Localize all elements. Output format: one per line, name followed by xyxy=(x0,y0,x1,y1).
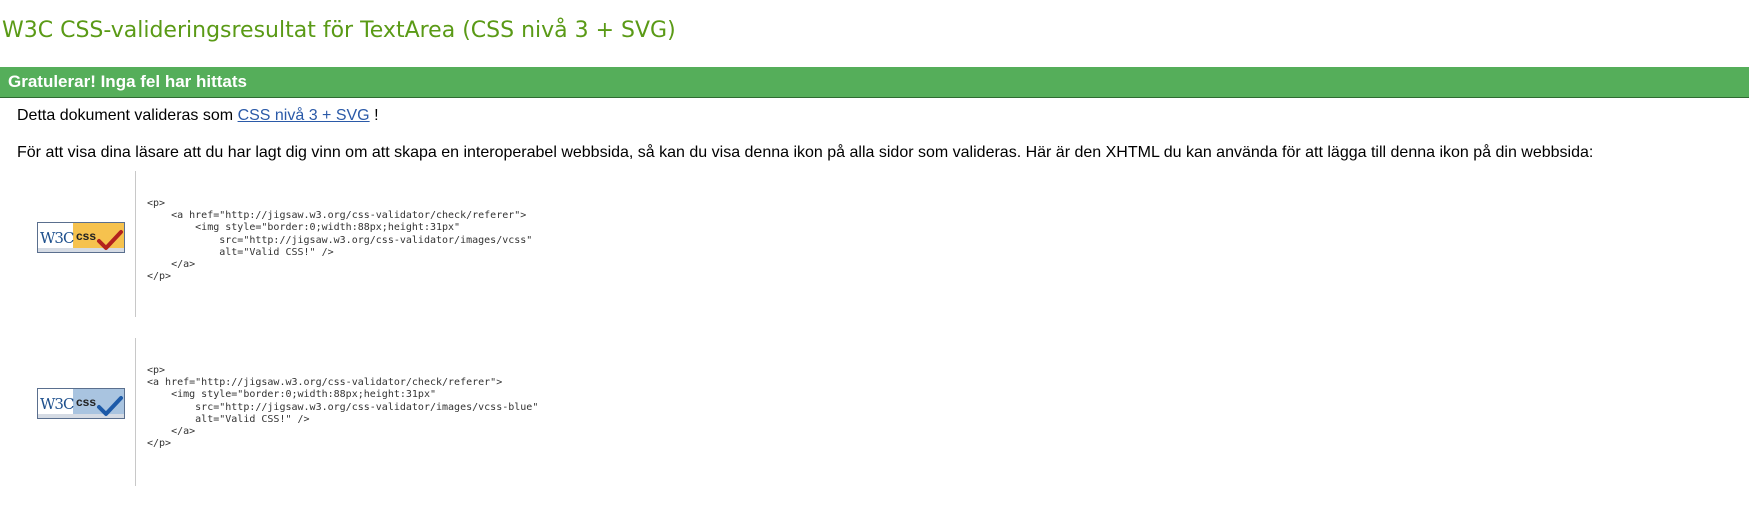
css-level-link[interactable]: CSS nivå 3 + SVG xyxy=(238,107,370,124)
valid-css-badge-blue-icon[interactable]: W3C css xyxy=(37,388,125,419)
validity-prefix: Detta dokument valideras som xyxy=(17,107,234,124)
badge-code-snippet: <p> <a href="http://jigsaw.w3.org/css-va… xyxy=(135,338,538,486)
badge-w3c-text: W3C xyxy=(40,395,74,413)
validity-suffix: ! xyxy=(374,107,379,124)
badge-row-blue: W3C css <p> <a href="http://jigsaw.w3.or… xyxy=(0,338,1749,486)
badge-w3c-text: W3C xyxy=(40,229,74,247)
page-title: W3C CSS-valideringsresultat för TextArea… xyxy=(2,18,676,43)
badge-code-snippet: <p> <a href="http://jigsaw.w3.org/css-va… xyxy=(135,171,532,317)
badge-code-blue: <p> <a href="http://jigsaw.w3.org/css-va… xyxy=(147,365,539,450)
badge-css-text: css xyxy=(76,395,96,409)
congrats-banner: Gratulerar! Inga fel har hittats xyxy=(0,67,1749,98)
badge-row-yellow: W3C css <p> <a href="http://jigsaw.w3.or… xyxy=(0,171,1749,317)
valid-css-badge-blue-graphic: W3C css xyxy=(37,388,125,419)
validity-statement: Detta dokument valideras som CSS nivå 3 … xyxy=(17,107,379,125)
valid-css-badge-yellow-icon[interactable]: W3C css xyxy=(37,222,125,253)
congrats-title: Gratulerar! Inga fel har hittats xyxy=(8,72,247,91)
badge-intro-text: För att visa dina läsare att du har lagt… xyxy=(17,144,1594,161)
valid-css-badge-yellow-graphic: W3C css xyxy=(37,222,125,253)
badge-css-text: css xyxy=(76,229,96,243)
badge-code-yellow: <p> <a href="http://jigsaw.w3.org/css-va… xyxy=(147,198,533,283)
